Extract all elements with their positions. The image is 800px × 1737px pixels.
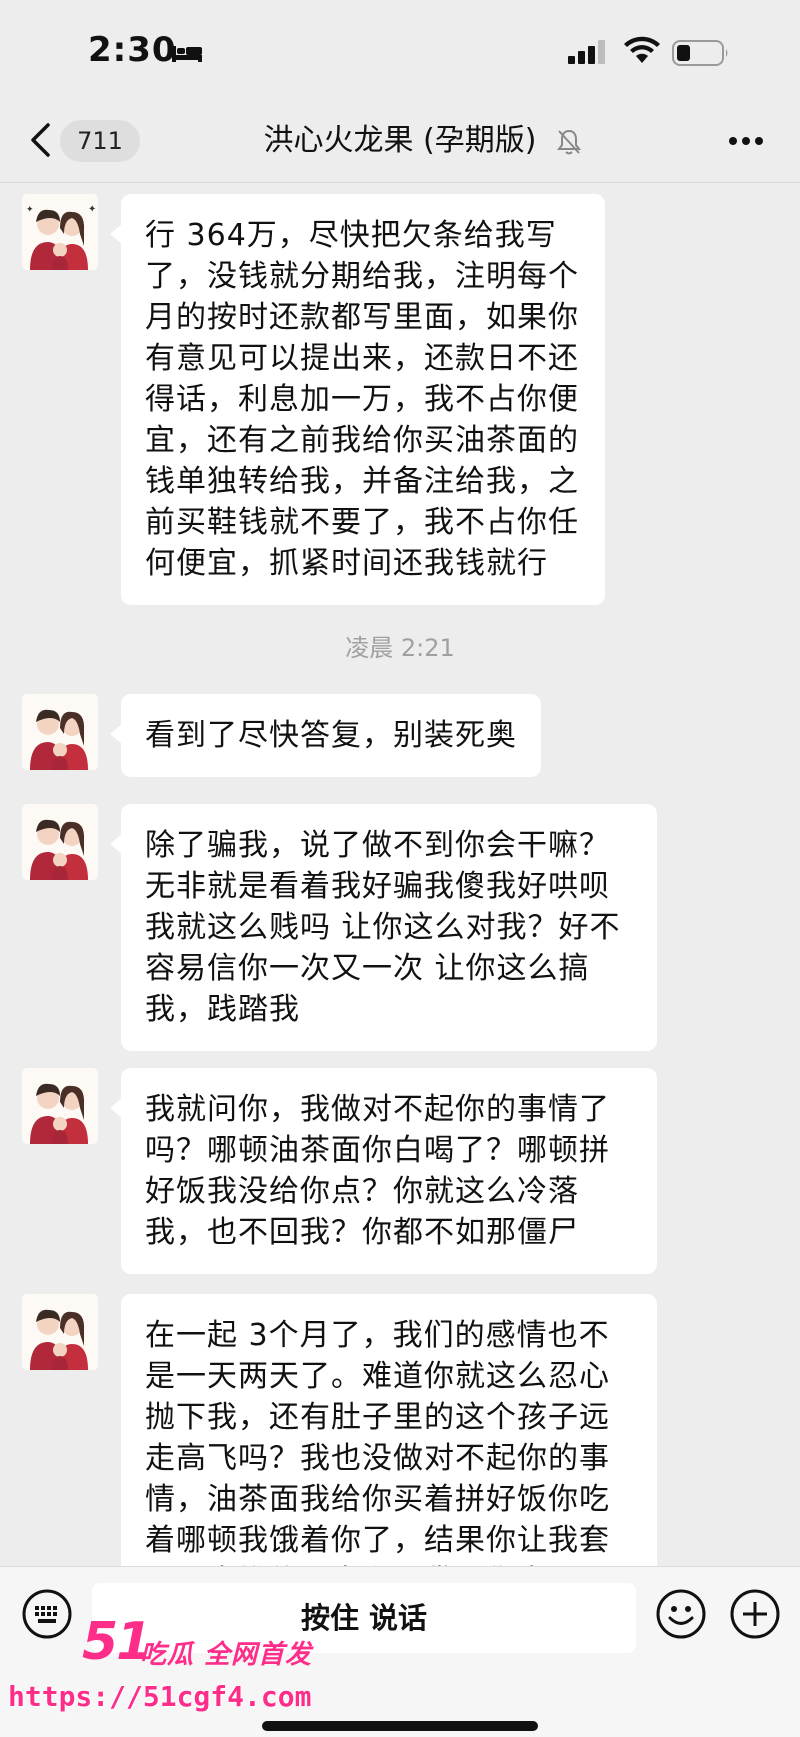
message-bubble[interactable]: 看到了尽快答复，别装死奥 xyxy=(110,694,541,777)
status-bar: 2:30 xyxy=(0,0,800,100)
svg-text:✦: ✦ xyxy=(88,204,96,215)
watermark-tagline: 吃瓜 全网首发 xyxy=(140,1640,313,1670)
couple-avatar-icon xyxy=(22,804,98,880)
couple-avatar-icon xyxy=(22,1294,98,1370)
sleep-focus-icon xyxy=(172,46,202,62)
couple-avatar-icon xyxy=(22,1068,98,1144)
battery-icon xyxy=(672,40,728,66)
message-bubble[interactable]: 我就问你，我做对不起你的事情了吗？哪顿油茶面你白喝了？哪顿拼好饭我没给你点？你就… xyxy=(110,1068,657,1274)
watermark-url: https://51cgf4.com xyxy=(8,1680,312,1713)
emoji-icon[interactable] xyxy=(656,1589,706,1639)
more-options-icon[interactable] xyxy=(728,136,764,146)
status-time: 2:30 xyxy=(88,30,177,70)
contact-avatar[interactable] xyxy=(22,694,98,770)
couple-avatar-icon: ✦ ✦ xyxy=(22,194,98,270)
home-indicator xyxy=(262,1721,538,1731)
svg-text:✦: ✦ xyxy=(26,205,34,215)
chat-header: 711 洪心火龙果 (孕期版) xyxy=(0,100,800,183)
contact-avatar[interactable] xyxy=(22,1294,98,1370)
contact-avatar[interactable] xyxy=(22,1068,98,1144)
mute-bell-icon xyxy=(557,129,581,155)
message-bubble[interactable]: 行 364万，尽快把欠条给我写了，没钱就分期给我，注明每个月的按时还款都写里面，… xyxy=(110,194,605,605)
wifi-icon xyxy=(624,36,660,63)
contact-avatar[interactable]: ✦ ✦ xyxy=(22,194,98,270)
message-bubble[interactable]: 除了骗我，说了做不到你会干嘛？无非就是看着我好骗我傻我好哄呗我就这么贱吗 让你这… xyxy=(110,804,657,1051)
add-attachment-icon[interactable] xyxy=(730,1589,780,1639)
chat-timestamp: 凌晨 2:21 xyxy=(345,634,455,662)
couple-avatar-icon xyxy=(22,694,98,770)
keyboard-icon[interactable] xyxy=(22,1589,72,1639)
contact-avatar[interactable] xyxy=(22,804,98,880)
chat-title: 洪心火龙果 (孕期版) xyxy=(263,123,537,158)
cellular-signal-icon xyxy=(568,40,605,64)
message-bubble[interactable]: 在一起 3个月了，我们的感情也不是一天两天了。难道你就这么忍心抛下我，还有肚子里… xyxy=(121,1294,657,1608)
